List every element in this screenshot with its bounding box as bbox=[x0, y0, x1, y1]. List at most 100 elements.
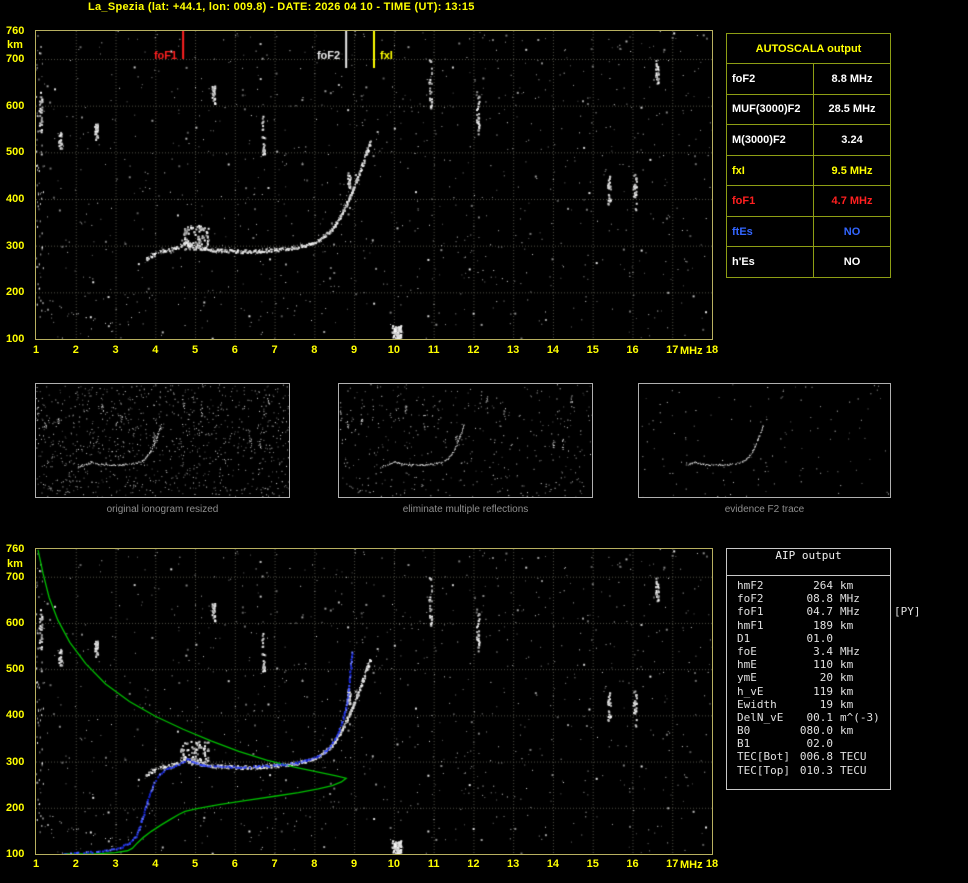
aip-row-value: 080.0 bbox=[799, 724, 833, 738]
x-tick-label: 6 bbox=[231, 858, 238, 870]
thumbnail-evidence-f2 bbox=[638, 383, 891, 498]
aip-row: TEC[Bot] 006.8 TECU bbox=[727, 750, 890, 763]
aip-row: hmF2 264 km bbox=[727, 579, 890, 592]
aip-row-label: ymE bbox=[737, 671, 757, 685]
autoscala-output-rows: foF2 8.8 MHz MUF(3000)F2 28.5 MHz M(3000)F2 3… bbox=[727, 63, 890, 278]
aip-row-label: DelN_vE bbox=[737, 710, 784, 724]
y-tick-label: 760 bbox=[6, 543, 25, 555]
aip-row: foF1 04.7 MHz [PY] bbox=[727, 605, 921, 619]
autoscala-row-value: 3.24 bbox=[813, 125, 890, 155]
x-tick-label: 9 bbox=[351, 858, 358, 870]
x-tick-label: 6 bbox=[231, 344, 238, 356]
x-tick-label: 3 bbox=[112, 858, 119, 870]
x-tick-label: 14 bbox=[546, 344, 560, 356]
aip-row-unit: TECU bbox=[840, 763, 867, 777]
aip-output-rows: hmF2 264 km foF2 08.8 MHz foF1 04.7 MHz [PY] hmF1 1… bbox=[727, 576, 921, 777]
aip-row-unit: MHz bbox=[840, 592, 860, 606]
aip-row-value: 3.4 bbox=[813, 644, 833, 658]
autoscala-output-title: AUTOSCALA output bbox=[755, 42, 862, 55]
ionogram-canvas-top bbox=[36, 31, 712, 339]
autoscala-row-value: 28.5 MHz bbox=[813, 94, 890, 125]
thumbnail-canvas-eliminate bbox=[339, 384, 592, 497]
x-tick-label: 5 bbox=[191, 344, 199, 356]
aip-row-label: Ewidth bbox=[737, 697, 777, 711]
aip-output-title: AIP output bbox=[727, 549, 890, 576]
autoscala-row-label: MUF(3000)F2 bbox=[732, 103, 801, 116]
autoscala-row: foF1 4.7 MHz bbox=[727, 185, 890, 216]
x-tick-label: 14 bbox=[546, 858, 560, 870]
aip-row-label: TEC[Bot] bbox=[737, 750, 790, 764]
aip-row-unit: km bbox=[840, 697, 854, 711]
autoscala-row: MUF(3000)F2 28.5 MHz bbox=[727, 93, 890, 125]
thumbnail-eliminate-reflections bbox=[338, 383, 593, 498]
y-tick-label: 400 bbox=[6, 709, 25, 722]
x-tick-label: 1 bbox=[32, 858, 40, 870]
x-tick-label: 10 bbox=[387, 344, 400, 356]
autoscala-row-label: M(3000)F2 bbox=[732, 133, 786, 146]
aip-row-note: [PY] bbox=[894, 605, 921, 619]
thumbnail-original-ionogram bbox=[35, 383, 290, 498]
aip-row: hmE 110 km bbox=[727, 658, 890, 671]
y-tick-label: 300 bbox=[6, 239, 25, 252]
x-tick-label: 12 bbox=[467, 344, 480, 356]
autoscala-row-value: NO bbox=[813, 216, 890, 247]
x-tick-label: 11 bbox=[427, 858, 440, 870]
aip-row-label: h_vE bbox=[737, 684, 764, 698]
aip-row: TEC[Top] 010.3 TECU bbox=[727, 764, 890, 777]
x-tick-label: 18 bbox=[705, 858, 719, 870]
y-tick-label: 700 bbox=[6, 53, 25, 65]
y-tick-label: 600 bbox=[6, 99, 25, 112]
station-title: La_Spezia (lat: +44.1, lon: 009.8) - DAT… bbox=[88, 1, 475, 13]
aip-row-unit: km bbox=[840, 671, 854, 685]
aip-row-unit: TECU bbox=[840, 750, 867, 764]
thumbnail-caption-eliminate: eliminate multiple reflections bbox=[402, 504, 529, 515]
aip-row-value: 010.3 bbox=[799, 763, 833, 777]
aip-row-value: 04.7 bbox=[806, 605, 834, 619]
aip-row: DelN_vE 00.1 m^(-3) bbox=[727, 711, 890, 724]
aip-row-unit: km bbox=[840, 724, 854, 738]
aip-row-value: 006.8 bbox=[799, 750, 833, 764]
thumbnail-canvas-evidence bbox=[639, 384, 890, 497]
autoscala-window: La_Spezia (lat: +44.1, lon: 009.8) - DAT… bbox=[0, 0, 968, 883]
autoscala-row-label: ftEs bbox=[732, 225, 753, 238]
x-tick-label: 13 bbox=[507, 858, 520, 870]
aip-row-value: 01.0 bbox=[806, 631, 834, 645]
aip-row: hmF1 189 km bbox=[727, 619, 890, 632]
aip-row-label: foF2 bbox=[737, 592, 764, 606]
aip-row-value: 264 bbox=[813, 579, 833, 592]
autoscala-row: ftEs NO bbox=[727, 215, 890, 247]
autoscala-row-value: NO bbox=[813, 247, 890, 278]
autoscala-row: h'Es NO bbox=[727, 246, 890, 278]
aip-row-label: hmF2 bbox=[737, 579, 764, 592]
aip-row: D1 01.0 bbox=[727, 632, 890, 645]
y-tick-label: 760 bbox=[6, 25, 25, 37]
autoscala-row-label: h'Es bbox=[732, 256, 755, 269]
x-tick-label: 2 bbox=[72, 344, 79, 356]
x-tick-label: 13 bbox=[507, 344, 520, 356]
aip-row: foF2 08.8 MHz bbox=[727, 592, 890, 605]
x-tick-label: 4 bbox=[152, 344, 159, 356]
aip-row-label: TEC[Top] bbox=[737, 763, 790, 777]
x-tick-label: 1 bbox=[32, 344, 40, 356]
aip-row-label: foF1 bbox=[737, 605, 764, 619]
x-tick-label: 8 bbox=[311, 858, 318, 870]
y-tick-label: 200 bbox=[6, 286, 25, 299]
y-tick-label: 600 bbox=[6, 616, 25, 629]
aip-row: h_vE 119 km bbox=[727, 685, 890, 698]
y-tick-label: 300 bbox=[6, 755, 25, 768]
autoscala-row-value: 8.8 MHz bbox=[813, 64, 890, 94]
autoscala-row: foF2 8.8 MHz bbox=[727, 63, 890, 94]
aip-row-unit: km bbox=[840, 684, 854, 698]
autoscala-row-value: 9.5 MHz bbox=[813, 155, 890, 186]
y-axis-unit-bottom: km bbox=[7, 558, 23, 570]
aip-row-unit: MHz bbox=[840, 605, 860, 619]
x-axis-unit-top: MHz bbox=[680, 345, 703, 357]
aip-row: foE 3.4 MHz bbox=[727, 645, 890, 658]
y-tick-label: 700 bbox=[6, 570, 25, 583]
aip-row-unit: km bbox=[840, 618, 854, 632]
x-tick-label: 4 bbox=[152, 858, 159, 870]
autoscala-row-label: foF1 bbox=[732, 195, 756, 208]
ionogram-canvas-bottom bbox=[36, 549, 712, 854]
autoscala-row: fxI 9.5 MHz bbox=[727, 154, 890, 186]
y-axis-unit-top: km bbox=[7, 39, 23, 51]
